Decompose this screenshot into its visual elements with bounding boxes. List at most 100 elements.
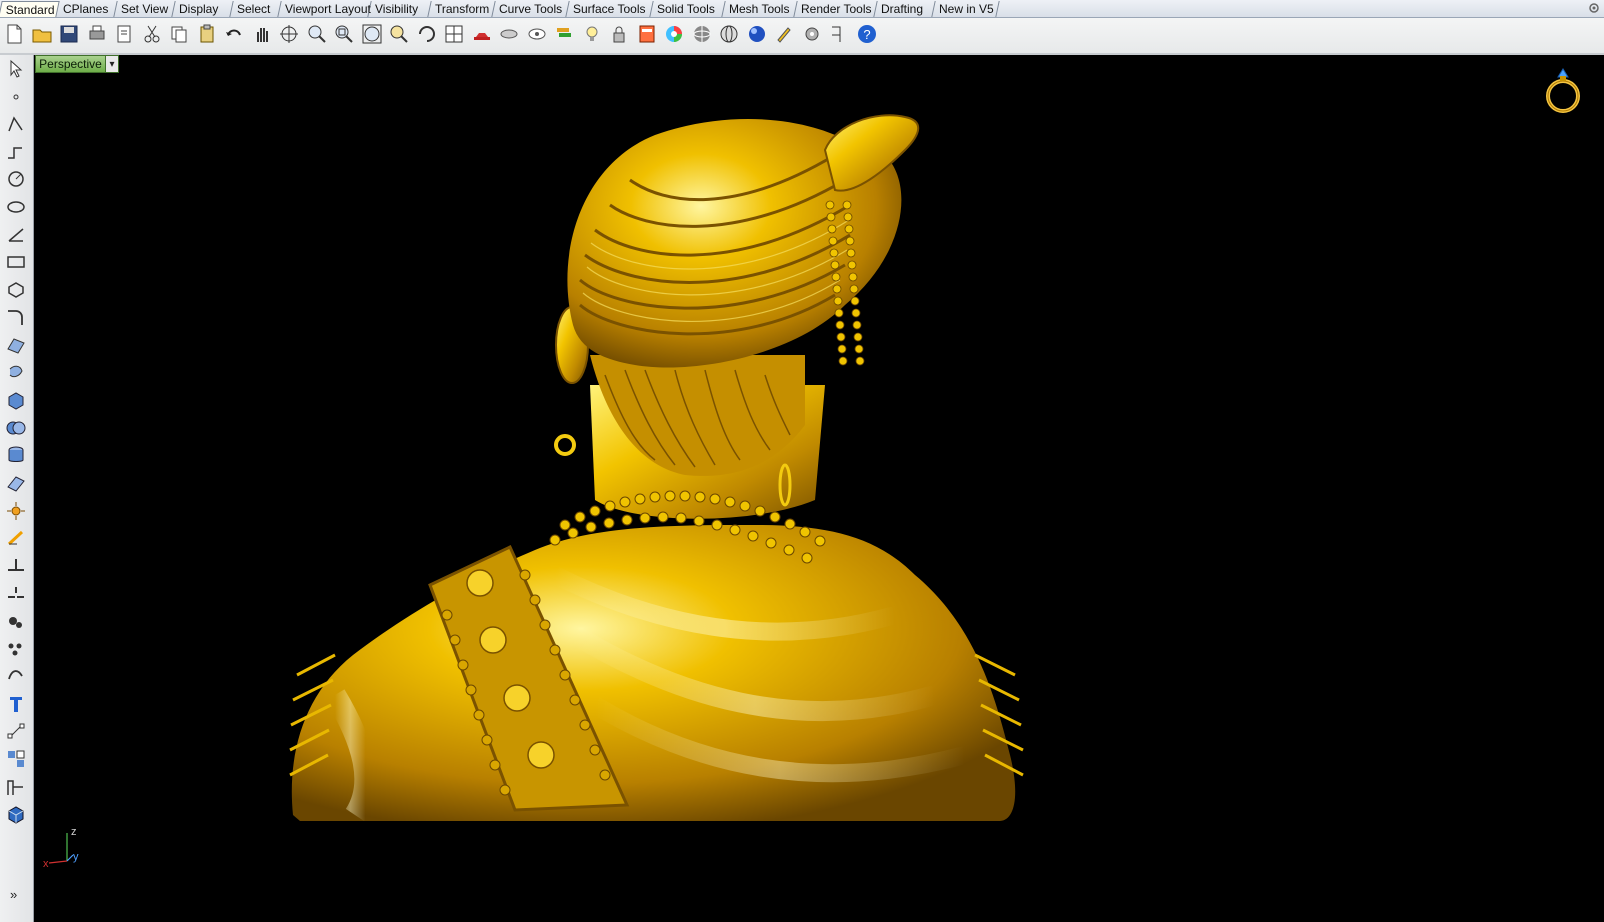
polyline-icon[interactable] xyxy=(4,112,28,136)
perspective-viewport[interactable]: Perspective ▾ z x y xyxy=(35,55,1604,922)
array-icon[interactable] xyxy=(4,637,28,661)
tab-viewport-layout[interactable]: Viewport Layout xyxy=(278,1,372,17)
tab-label: Surface Tools xyxy=(573,2,646,16)
scale-icon[interactable] xyxy=(4,719,28,743)
properties-icon[interactable] xyxy=(635,22,659,46)
grid-snap-icon[interactable] xyxy=(827,22,851,46)
chevron-down-icon: ▾ xyxy=(109,58,115,70)
tab-label: Transform xyxy=(435,2,490,16)
standard-toolbar: ? xyxy=(0,18,1604,55)
open-folder-icon[interactable] xyxy=(30,22,54,46)
left-tool-palette: » xyxy=(0,55,34,922)
tab-surface-tools[interactable]: Surface Tools xyxy=(566,1,654,17)
four-viewports-icon[interactable] xyxy=(442,22,466,46)
tab-label: Drafting xyxy=(881,2,924,16)
gold-bust-model xyxy=(289,114,1024,822)
rotate-view-icon[interactable] xyxy=(277,22,301,46)
shaded-sphere-icon[interactable] xyxy=(690,22,714,46)
tab-transform[interactable]: Transform xyxy=(428,1,496,17)
render-sphere-icon[interactable] xyxy=(745,22,769,46)
join-icon[interactable] xyxy=(4,609,28,633)
viewport-title: Perspective xyxy=(39,57,102,71)
arc-icon[interactable] xyxy=(4,223,28,247)
svg-text:?: ? xyxy=(863,27,870,42)
group-icon[interactable] xyxy=(4,747,28,771)
curve-icon[interactable] xyxy=(4,140,28,164)
tab-select[interactable]: Select xyxy=(230,1,282,17)
dimension-icon[interactable] xyxy=(4,775,28,799)
car-icon[interactable] xyxy=(470,22,494,46)
text-icon[interactable] xyxy=(4,692,28,716)
toolbar-options-gear-icon[interactable] xyxy=(1588,2,1600,14)
viewport-title-tab[interactable]: Perspective ▾ xyxy=(35,55,119,73)
hide-icon[interactable] xyxy=(497,22,521,46)
axis-x-label: x xyxy=(43,858,49,870)
tab-solid-tools[interactable]: Solid Tools xyxy=(650,1,726,17)
point-icon[interactable] xyxy=(4,85,28,109)
pan-hand-icon[interactable] xyxy=(250,22,274,46)
solid-box-icon[interactable] xyxy=(4,802,28,826)
more-tools-chevron[interactable]: » xyxy=(10,887,17,902)
tab-label: Visibility xyxy=(375,2,419,16)
tab-cplanes[interactable]: CPlanes xyxy=(56,1,118,17)
wireframe-sphere-icon[interactable] xyxy=(717,22,741,46)
layer-icon[interactable] xyxy=(552,22,576,46)
pen-icon[interactable] xyxy=(772,22,796,46)
axis-z-label: z xyxy=(71,826,77,838)
tab-display[interactable]: Display xyxy=(172,1,234,17)
undo-view-icon[interactable] xyxy=(415,22,439,46)
new-file-icon[interactable] xyxy=(2,22,26,46)
tab-label: Solid Tools xyxy=(657,2,715,16)
split-icon[interactable] xyxy=(4,581,28,605)
paste-icon[interactable] xyxy=(195,22,219,46)
tab-curve-tools[interactable]: Curve Tools xyxy=(492,1,570,17)
import-icon[interactable] xyxy=(112,22,136,46)
color-wheel-icon[interactable] xyxy=(662,22,686,46)
box-icon[interactable] xyxy=(4,388,28,412)
circle-icon[interactable] xyxy=(4,167,28,191)
rebuild-icon[interactable] xyxy=(4,664,28,688)
tab-label: Standard xyxy=(5,3,55,17)
viewport-menu-dropdown[interactable]: ▾ xyxy=(105,56,118,72)
boolean-icon[interactable] xyxy=(4,416,28,440)
tab-render-tools[interactable]: Render Tools xyxy=(794,1,878,17)
plane-icon[interactable] xyxy=(4,471,28,495)
tab-visibility[interactable]: Visibility xyxy=(368,1,432,17)
ellipse-icon[interactable] xyxy=(4,195,28,219)
tab-label: Viewport Layout xyxy=(285,2,371,16)
copy-icon[interactable] xyxy=(167,22,191,46)
zoom-window-icon[interactable] xyxy=(332,22,356,46)
rectangle-icon[interactable] xyxy=(4,250,28,274)
tab-label: Curve Tools xyxy=(499,2,563,16)
tab-mesh-tools[interactable]: Mesh Tools xyxy=(722,1,798,17)
axis-y-label: y xyxy=(73,851,79,863)
revolve-icon[interactable] xyxy=(4,361,28,385)
show-icon[interactable] xyxy=(525,22,549,46)
zoom-icon[interactable] xyxy=(305,22,329,46)
tab-new-in-v5[interactable]: New in V5 xyxy=(932,1,1000,17)
explode-icon[interactable] xyxy=(4,499,28,523)
tab-label: Display xyxy=(179,2,219,16)
help-icon[interactable]: ? xyxy=(855,22,879,46)
polygon-icon[interactable] xyxy=(4,278,28,302)
zoom-extents-icon[interactable] xyxy=(360,22,384,46)
surface-icon[interactable] xyxy=(4,333,28,357)
fillet-icon[interactable] xyxy=(4,305,28,329)
save-icon[interactable] xyxy=(57,22,81,46)
trim-icon[interactable] xyxy=(4,554,28,578)
zoom-selected-icon[interactable] xyxy=(387,22,411,46)
tab-set-view[interactable]: Set View xyxy=(114,1,176,17)
edit-point-icon[interactable] xyxy=(4,526,28,550)
tab-drafting[interactable]: Drafting xyxy=(874,1,936,17)
undo-icon[interactable] xyxy=(222,22,246,46)
tab-label: Set View xyxy=(121,2,169,16)
select-arrow-icon[interactable] xyxy=(4,57,28,81)
lock-icon[interactable] xyxy=(607,22,631,46)
cylinder-icon[interactable] xyxy=(4,443,28,467)
print-icon[interactable] xyxy=(85,22,109,46)
cut-icon[interactable] xyxy=(140,22,164,46)
ring-icon[interactable] xyxy=(1542,63,1584,115)
tab-standard[interactable]: Standard xyxy=(0,1,60,17)
light-icon[interactable] xyxy=(580,22,604,46)
gear-options-icon[interactable] xyxy=(800,22,824,46)
